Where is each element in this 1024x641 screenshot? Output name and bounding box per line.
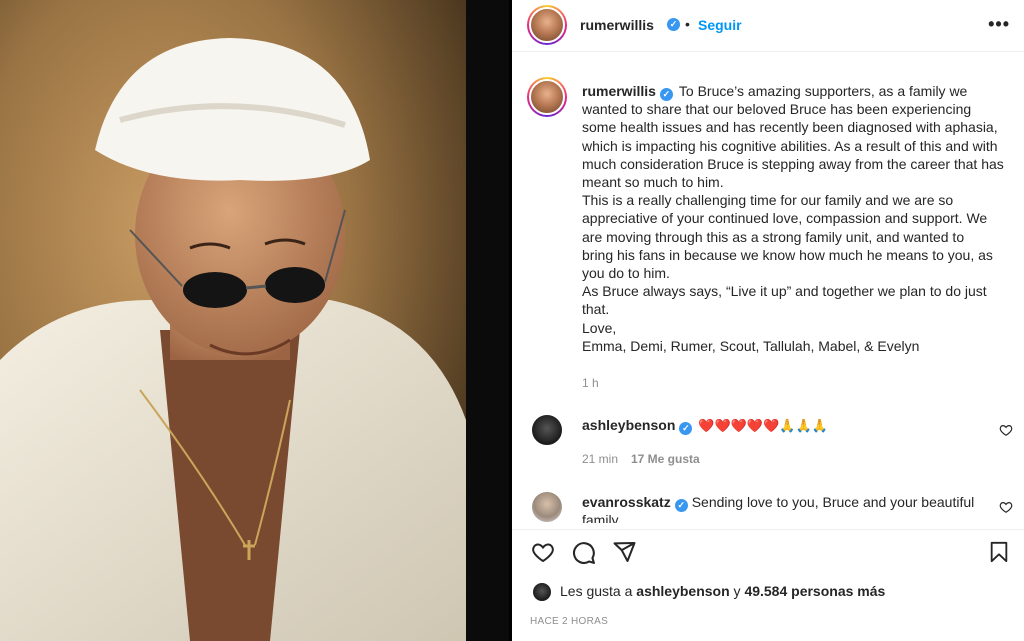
liked-by-prefix: Les gusta a xyxy=(560,583,637,599)
post-header: rumerwillis ✓ • Seguir ••• xyxy=(512,0,1024,52)
more-options-icon[interactable]: ••• xyxy=(988,14,1010,35)
comment-like-count[interactable]: 17 Me gusta xyxy=(631,452,700,466)
author-avatar[interactable] xyxy=(527,5,567,45)
caption-avatar[interactable] xyxy=(527,77,567,117)
liked-by-count[interactable]: 49.584 personas más xyxy=(744,583,885,599)
verified-badge-icon: ✓ xyxy=(679,422,693,435)
verified-badge-icon: ✓ xyxy=(667,18,680,31)
verified-badge-icon: ✓ xyxy=(674,499,688,512)
post-caption: rumerwillis ✓ To Bruce’s amazing supporter… xyxy=(582,82,1016,355)
caption-verified-badge-icon: ✓ xyxy=(659,88,673,101)
comment-like-heart-icon[interactable] xyxy=(999,423,1013,437)
follow-button[interactable]: Seguir xyxy=(698,17,742,33)
comment-icon[interactable] xyxy=(571,540,596,565)
liked-by-middle: y xyxy=(729,583,745,599)
post-side-panel: rumerwillis ✓ • Seguir ••• rumerwillis ✓ T… xyxy=(512,0,1024,641)
post-timestamp[interactable]: HACE 2 HORAS xyxy=(530,616,608,627)
comment-username[interactable]: evanrosskatz xyxy=(582,494,671,510)
heart-icon[interactable] xyxy=(530,540,556,564)
liked-by-user[interactable]: ashleybenson xyxy=(636,583,729,599)
comment-text-continued: family xyxy=(582,512,619,523)
comment-avatar[interactable] xyxy=(530,413,564,447)
caption-username[interactable]: rumerwillis xyxy=(582,83,656,99)
actions-divider xyxy=(512,529,1024,530)
separator-dot: • xyxy=(685,16,690,32)
author-username[interactable]: rumerwillis xyxy=(580,17,654,33)
comment-item: evanrosskatz ✓ Sending love to you, Bruce … xyxy=(582,493,992,523)
caption-text: To Bruce’s amazing supporters, as a fami… xyxy=(582,83,1004,354)
liked-by-summary[interactable]: Les gusta a ashleybenson y 49.584 person… xyxy=(560,583,885,599)
comment-text: Sending love to you, Bruce and your beau… xyxy=(691,494,975,510)
comment-time[interactable]: 21 min xyxy=(582,452,618,466)
comment-like-heart-icon[interactable] xyxy=(999,500,1013,514)
photo-illustration xyxy=(0,0,466,641)
comment-text: ❤️❤️❤️❤️❤️🙏🙏🙏 xyxy=(698,418,828,433)
caption-time[interactable]: 1 h xyxy=(582,376,599,390)
comment-item: ashleybenson ✓ ❤️❤️❤️❤️❤️🙏🙏🙏 xyxy=(582,416,828,435)
comment-avatar[interactable] xyxy=(530,490,564,524)
post-photo[interactable] xyxy=(0,0,466,641)
comment-username[interactable]: ashleybenson xyxy=(582,417,675,433)
bookmark-icon[interactable] xyxy=(988,540,1010,564)
paper-plane-icon[interactable] xyxy=(612,540,637,564)
liked-by-avatar[interactable] xyxy=(532,582,552,602)
